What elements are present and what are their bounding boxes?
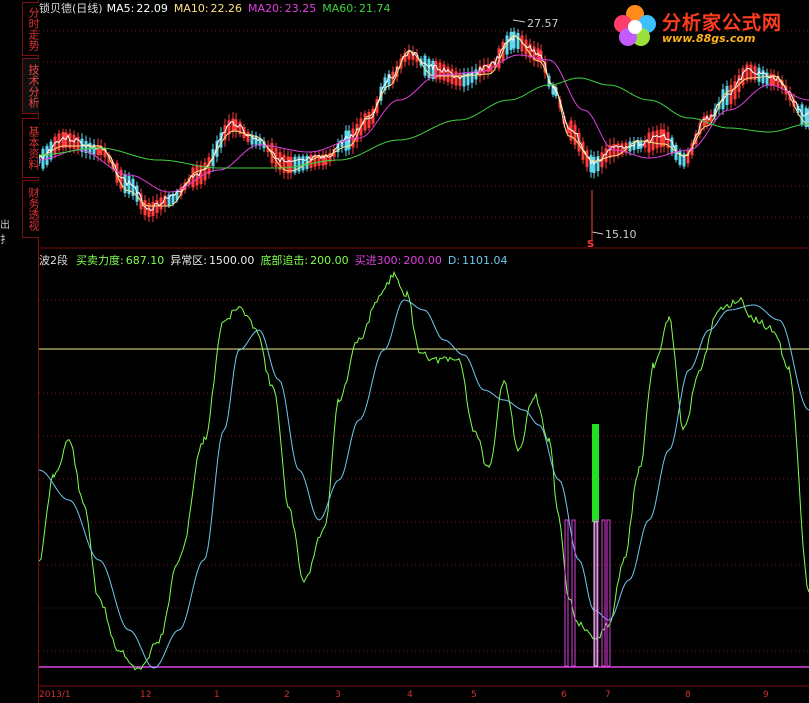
price-candle — [757, 67, 761, 82]
sell-signal-marker: S — [587, 239, 595, 250]
x-tick-label: 12 — [140, 690, 152, 700]
x-tick-label: 3 — [335, 690, 341, 700]
x-tick-label: 4 — [407, 690, 413, 700]
ma60-label: MA60: — [322, 2, 357, 15]
indicator-title: 波2段 — [39, 254, 68, 267]
ma20-label: MA20: — [248, 2, 283, 15]
x-axis: 2013/1 12 1 2 3 4 5 6 7 8 9 — [39, 690, 809, 703]
buysell-force-line — [39, 270, 809, 671]
tab-technical-analysis[interactable]: 技术分析 — [22, 58, 40, 114]
sidebar-left-text: 出 扌 — [0, 220, 10, 246]
abnormal-green-bar — [592, 424, 599, 522]
indicator-legend: 波2段 买卖力度: 687.10 异常区: 1500.00 底部追击: 200.00 买进30… — [39, 252, 514, 267]
logo-url: www.88gs.com — [662, 32, 756, 45]
price-candle — [254, 135, 258, 145]
x-tick-label: 1 — [214, 690, 220, 700]
d-line — [39, 299, 809, 669]
buyin-label: 买进300: — [354, 254, 402, 267]
buysell-value: 687.10 — [125, 254, 165, 267]
x-tick-label: 2013/1 — [39, 690, 71, 700]
tab-financials[interactable]: 财务透视 — [22, 180, 40, 238]
price-candle — [670, 137, 674, 154]
buyin-marker-bar — [601, 519, 606, 667]
high-price-marker: 27.57 — [527, 17, 559, 30]
x-tick-label: 6 — [561, 690, 567, 700]
buysell-label: 买卖力度: — [76, 254, 124, 267]
buyin-marker-bar — [606, 519, 611, 667]
x-tick-label: 5 — [471, 690, 477, 700]
price-legend: 锁贝德(日线) MA5: 22.09 MA10: 22.26 MA20: 23.25 MA60… — [39, 0, 396, 15]
tab-intraday[interactable]: 分时走势 — [22, 2, 40, 56]
buyin-marker-bar — [571, 519, 576, 667]
x-tick-label: 7 — [605, 690, 611, 700]
high-marker-pointer — [512, 19, 526, 23]
chart-area[interactable]: 锁贝德(日线) MA5: 22.09 MA10: 22.26 MA20: 23.25 MA60… — [39, 0, 809, 703]
logo-name: 分析家公式网 — [662, 12, 783, 34]
price-candle — [509, 31, 513, 50]
x-tick-label: 2 — [284, 690, 290, 700]
x-tick-label: 8 — [685, 690, 691, 700]
d-value: 1101.04 — [462, 254, 508, 267]
price-candle — [423, 55, 427, 76]
abnormal-label: 异常区: — [170, 254, 207, 267]
price-candle — [516, 32, 520, 49]
site-logo: 分析家公式网 www.88gs.com — [610, 2, 805, 48]
price-candle — [171, 193, 175, 204]
ma20-value: 23.25 — [284, 2, 317, 15]
abnormal-value: 1500.00 — [208, 254, 255, 267]
ma10-label: MA10: — [173, 2, 209, 15]
price-candle — [301, 156, 305, 171]
price-candle — [45, 145, 49, 165]
x-tick-label: 9 — [763, 690, 769, 700]
price-candle — [474, 69, 478, 80]
d-label: D: — [447, 254, 461, 267]
stock-title: 锁贝德(日线) — [39, 2, 103, 15]
chart-canvas[interactable] — [39, 0, 809, 703]
logo-flower-icon — [614, 5, 656, 46]
bottom-label: 底部追击: — [260, 254, 309, 267]
ma10-value: 22.26 — [210, 2, 243, 15]
low-price-marker: 15.10 — [605, 228, 637, 241]
bottom-value: 200.00 — [310, 254, 349, 267]
ma5-label: MA5: — [106, 2, 135, 15]
tab-fundamentals[interactable]: 基本资料 — [22, 118, 40, 178]
buyin-value: 200.00 — [403, 254, 442, 267]
ma60-value: 21.74 — [358, 2, 391, 15]
price-candle — [592, 157, 596, 173]
sidebar: 分时走势 技术分析 基本资料 财务透视 出 扌 — [0, 0, 40, 703]
price-candle — [427, 59, 431, 79]
low-marker-pointer — [591, 231, 604, 235]
ma5-value: 22.09 — [136, 2, 168, 15]
